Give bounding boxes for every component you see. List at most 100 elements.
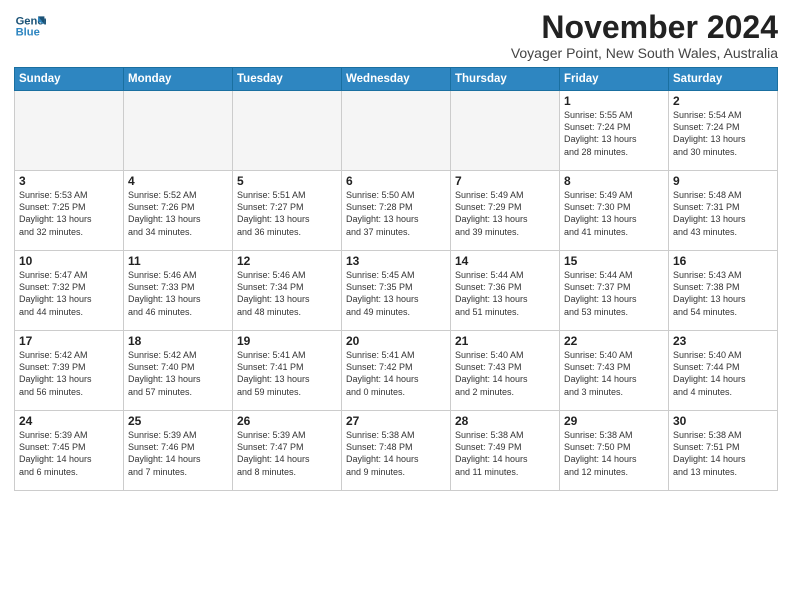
logo-icon: General Blue: [14, 10, 46, 42]
day-info: Sunrise: 5:39 AM Sunset: 7:45 PM Dayligh…: [19, 429, 119, 478]
calendar-cell: 23Sunrise: 5:40 AM Sunset: 7:44 PM Dayli…: [669, 331, 778, 411]
day-info: Sunrise: 5:38 AM Sunset: 7:49 PM Dayligh…: [455, 429, 555, 478]
calendar-cell: 15Sunrise: 5:44 AM Sunset: 7:37 PM Dayli…: [560, 251, 669, 331]
calendar-body: 1Sunrise: 5:55 AM Sunset: 7:24 PM Daylig…: [15, 91, 778, 491]
calendar-cell: 12Sunrise: 5:46 AM Sunset: 7:34 PM Dayli…: [233, 251, 342, 331]
day-info: Sunrise: 5:39 AM Sunset: 7:47 PM Dayligh…: [237, 429, 337, 478]
day-number: 19: [237, 334, 337, 348]
calendar-cell: 8Sunrise: 5:49 AM Sunset: 7:30 PM Daylig…: [560, 171, 669, 251]
day-info: Sunrise: 5:43 AM Sunset: 7:38 PM Dayligh…: [673, 269, 773, 318]
day-number: 10: [19, 254, 119, 268]
col-thursday: Thursday: [451, 68, 560, 91]
calendar-cell: 20Sunrise: 5:41 AM Sunset: 7:42 PM Dayli…: [342, 331, 451, 411]
day-number: 20: [346, 334, 446, 348]
calendar-cell: 4Sunrise: 5:52 AM Sunset: 7:26 PM Daylig…: [124, 171, 233, 251]
day-info: Sunrise: 5:38 AM Sunset: 7:51 PM Dayligh…: [673, 429, 773, 478]
calendar-cell: [124, 91, 233, 171]
day-info: Sunrise: 5:42 AM Sunset: 7:40 PM Dayligh…: [128, 349, 228, 398]
day-number: 12: [237, 254, 337, 268]
calendar-cell: 3Sunrise: 5:53 AM Sunset: 7:25 PM Daylig…: [15, 171, 124, 251]
day-info: Sunrise: 5:49 AM Sunset: 7:29 PM Dayligh…: [455, 189, 555, 238]
calendar-cell: 24Sunrise: 5:39 AM Sunset: 7:45 PM Dayli…: [15, 411, 124, 491]
calendar-week-5: 24Sunrise: 5:39 AM Sunset: 7:45 PM Dayli…: [15, 411, 778, 491]
day-number: 24: [19, 414, 119, 428]
day-number: 27: [346, 414, 446, 428]
day-info: Sunrise: 5:40 AM Sunset: 7:43 PM Dayligh…: [564, 349, 664, 398]
day-info: Sunrise: 5:44 AM Sunset: 7:36 PM Dayligh…: [455, 269, 555, 318]
calendar-cell: 27Sunrise: 5:38 AM Sunset: 7:48 PM Dayli…: [342, 411, 451, 491]
day-info: Sunrise: 5:38 AM Sunset: 7:50 PM Dayligh…: [564, 429, 664, 478]
day-info: Sunrise: 5:44 AM Sunset: 7:37 PM Dayligh…: [564, 269, 664, 318]
calendar-cell: 2Sunrise: 5:54 AM Sunset: 7:24 PM Daylig…: [669, 91, 778, 171]
day-info: Sunrise: 5:51 AM Sunset: 7:27 PM Dayligh…: [237, 189, 337, 238]
calendar-cell: [233, 91, 342, 171]
col-monday: Monday: [124, 68, 233, 91]
calendar-cell: 22Sunrise: 5:40 AM Sunset: 7:43 PM Dayli…: [560, 331, 669, 411]
day-number: 11: [128, 254, 228, 268]
calendar-week-2: 3Sunrise: 5:53 AM Sunset: 7:25 PM Daylig…: [15, 171, 778, 251]
calendar-cell: 10Sunrise: 5:47 AM Sunset: 7:32 PM Dayli…: [15, 251, 124, 331]
day-info: Sunrise: 5:40 AM Sunset: 7:44 PM Dayligh…: [673, 349, 773, 398]
calendar-header-row: Sunday Monday Tuesday Wednesday Thursday…: [15, 68, 778, 91]
day-number: 26: [237, 414, 337, 428]
page-container: General Blue November 2024 Voyager Point…: [0, 0, 792, 612]
calendar-cell: [342, 91, 451, 171]
day-number: 17: [19, 334, 119, 348]
calendar-cell: 9Sunrise: 5:48 AM Sunset: 7:31 PM Daylig…: [669, 171, 778, 251]
day-info: Sunrise: 5:38 AM Sunset: 7:48 PM Dayligh…: [346, 429, 446, 478]
day-number: 7: [455, 174, 555, 188]
calendar-cell: 29Sunrise: 5:38 AM Sunset: 7:50 PM Dayli…: [560, 411, 669, 491]
col-sunday: Sunday: [15, 68, 124, 91]
day-number: 5: [237, 174, 337, 188]
day-info: Sunrise: 5:42 AM Sunset: 7:39 PM Dayligh…: [19, 349, 119, 398]
calendar-cell: 17Sunrise: 5:42 AM Sunset: 7:39 PM Dayli…: [15, 331, 124, 411]
calendar-cell: 5Sunrise: 5:51 AM Sunset: 7:27 PM Daylig…: [233, 171, 342, 251]
title-area: November 2024 Voyager Point, New South W…: [511, 10, 778, 61]
day-number: 30: [673, 414, 773, 428]
calendar-cell: 28Sunrise: 5:38 AM Sunset: 7:49 PM Dayli…: [451, 411, 560, 491]
day-info: Sunrise: 5:50 AM Sunset: 7:28 PM Dayligh…: [346, 189, 446, 238]
col-tuesday: Tuesday: [233, 68, 342, 91]
calendar-cell: 16Sunrise: 5:43 AM Sunset: 7:38 PM Dayli…: [669, 251, 778, 331]
calendar-cell: 26Sunrise: 5:39 AM Sunset: 7:47 PM Dayli…: [233, 411, 342, 491]
day-number: 29: [564, 414, 664, 428]
calendar-cell: 1Sunrise: 5:55 AM Sunset: 7:24 PM Daylig…: [560, 91, 669, 171]
calendar-cell: [451, 91, 560, 171]
day-number: 13: [346, 254, 446, 268]
calendar-cell: 30Sunrise: 5:38 AM Sunset: 7:51 PM Dayli…: [669, 411, 778, 491]
calendar-cell: 7Sunrise: 5:49 AM Sunset: 7:29 PM Daylig…: [451, 171, 560, 251]
day-number: 15: [564, 254, 664, 268]
calendar-cell: 19Sunrise: 5:41 AM Sunset: 7:41 PM Dayli…: [233, 331, 342, 411]
col-saturday: Saturday: [669, 68, 778, 91]
day-info: Sunrise: 5:53 AM Sunset: 7:25 PM Dayligh…: [19, 189, 119, 238]
month-title: November 2024: [511, 10, 778, 45]
svg-text:Blue: Blue: [16, 27, 40, 39]
day-number: 2: [673, 94, 773, 108]
day-info: Sunrise: 5:46 AM Sunset: 7:33 PM Dayligh…: [128, 269, 228, 318]
calendar-week-1: 1Sunrise: 5:55 AM Sunset: 7:24 PM Daylig…: [15, 91, 778, 171]
day-number: 4: [128, 174, 228, 188]
day-info: Sunrise: 5:41 AM Sunset: 7:42 PM Dayligh…: [346, 349, 446, 398]
logo: General Blue: [14, 10, 46, 42]
calendar-cell: 13Sunrise: 5:45 AM Sunset: 7:35 PM Dayli…: [342, 251, 451, 331]
calendar-cell: 14Sunrise: 5:44 AM Sunset: 7:36 PM Dayli…: [451, 251, 560, 331]
day-info: Sunrise: 5:48 AM Sunset: 7:31 PM Dayligh…: [673, 189, 773, 238]
day-info: Sunrise: 5:40 AM Sunset: 7:43 PM Dayligh…: [455, 349, 555, 398]
day-info: Sunrise: 5:49 AM Sunset: 7:30 PM Dayligh…: [564, 189, 664, 238]
day-number: 18: [128, 334, 228, 348]
day-info: Sunrise: 5:47 AM Sunset: 7:32 PM Dayligh…: [19, 269, 119, 318]
day-number: 22: [564, 334, 664, 348]
day-number: 14: [455, 254, 555, 268]
day-number: 28: [455, 414, 555, 428]
calendar-cell: 6Sunrise: 5:50 AM Sunset: 7:28 PM Daylig…: [342, 171, 451, 251]
day-info: Sunrise: 5:45 AM Sunset: 7:35 PM Dayligh…: [346, 269, 446, 318]
day-number: 1: [564, 94, 664, 108]
calendar-cell: 21Sunrise: 5:40 AM Sunset: 7:43 PM Dayli…: [451, 331, 560, 411]
col-friday: Friday: [560, 68, 669, 91]
day-info: Sunrise: 5:55 AM Sunset: 7:24 PM Dayligh…: [564, 109, 664, 158]
day-number: 21: [455, 334, 555, 348]
header: General Blue November 2024 Voyager Point…: [14, 10, 778, 61]
calendar-cell: 25Sunrise: 5:39 AM Sunset: 7:46 PM Dayli…: [124, 411, 233, 491]
day-info: Sunrise: 5:52 AM Sunset: 7:26 PM Dayligh…: [128, 189, 228, 238]
subtitle: Voyager Point, New South Wales, Australi…: [511, 45, 778, 61]
